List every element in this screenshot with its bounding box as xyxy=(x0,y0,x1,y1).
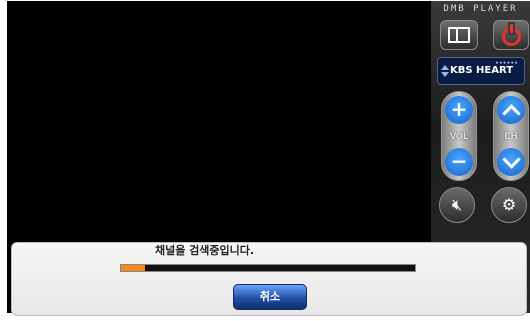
chevron-up-icon xyxy=(502,104,521,123)
volume-down-button[interactable]: − xyxy=(445,148,473,176)
volume-up-button[interactable]: + xyxy=(445,96,473,124)
volume-label: VOL xyxy=(449,132,469,142)
speaker-mute-icon: 🔇︎ xyxy=(451,195,463,214)
minus-icon: − xyxy=(450,149,468,173)
channel-down-button[interactable] xyxy=(497,148,525,176)
screen-mode-button[interactable] xyxy=(440,20,478,50)
search-progress-bar xyxy=(120,264,416,272)
channel-search-dialog: 채널을 검색중입니다. 취소 xyxy=(11,242,527,316)
dialog-message: 채널을 검색중입니다. xyxy=(155,244,255,257)
channel-control: CH xyxy=(493,91,529,181)
settings-button[interactable]: ⚙ xyxy=(491,187,527,223)
volume-control: + VOL − xyxy=(441,91,477,181)
brand-label: DMB PLAYER xyxy=(443,4,518,14)
channel-arrows-icon xyxy=(441,65,449,77)
screen-mode-icon xyxy=(448,27,470,43)
channel-display[interactable]: KBS HEART •••••• xyxy=(437,57,525,85)
plus-icon: + xyxy=(450,97,468,121)
signal-dots-icon: •••••• xyxy=(494,60,518,67)
cancel-button[interactable]: 취소 xyxy=(233,284,307,310)
search-progress-fill xyxy=(121,265,145,271)
channel-up-button[interactable] xyxy=(497,96,525,124)
chevron-down-icon xyxy=(502,150,521,169)
gear-icon: ⚙ xyxy=(501,195,517,214)
power-icon xyxy=(502,24,521,46)
mute-button[interactable]: 🔇︎ xyxy=(439,187,475,223)
channel-label: CH xyxy=(504,132,518,142)
power-button[interactable] xyxy=(493,20,529,50)
